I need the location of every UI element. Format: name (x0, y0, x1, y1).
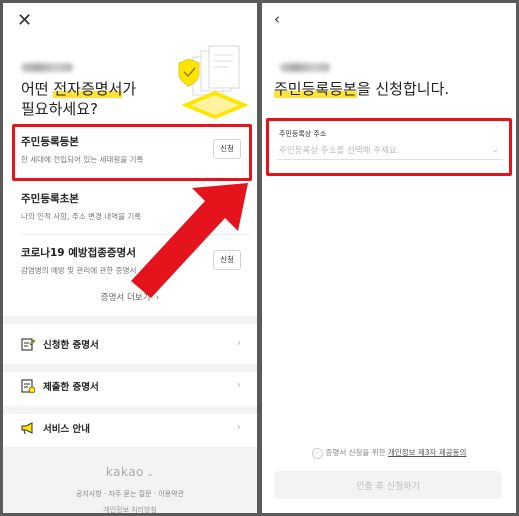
certificate-selection-screen: ✕ 어떤 전자증명서가 필요하세요? 주민등록등본 한 세대에 전입되어 있는 … (3, 3, 257, 513)
check-circle-icon[interactable]: ✓ (311, 447, 323, 459)
application-form-screen: ‹ 주민등록등본을 신청합니다. 주민등록상 주소 ⌄ ✓증명서 신청을 위한 … (262, 3, 516, 513)
certificate-description: 나의 인적 사항, 주소 변경 내역을 기록 (21, 212, 142, 221)
page-title: 어떤 전자증명서가 필요하세요? (21, 79, 136, 119)
divider (21, 180, 249, 181)
headline-rest: 가 (122, 80, 137, 98)
consent-link[interactable]: 개인정보 제3자 제공동의 (388, 448, 467, 457)
apply-button[interactable]: 신청 (213, 250, 241, 270)
menu-item-submitted-certificates[interactable]: 제출한 증명서 › (3, 366, 257, 406)
consent-row[interactable]: ✓ 증명서 신청을 위한 개인정보 제3자 제공동의 (262, 447, 516, 459)
chevron-right-icon: › (236, 336, 241, 349)
address-field-group: 주민등록상 주소 ⌄ (266, 118, 512, 176)
submitted-document-icon (21, 379, 35, 393)
blurred-user-name (280, 63, 330, 72)
kakao-logo[interactable]: kakao ⌄ (3, 465, 257, 479)
headline-line2: 필요하세요? (21, 100, 98, 118)
page-title: 주민등록등본을 신청합니다. (274, 79, 449, 99)
blurred-user-name (21, 63, 73, 72)
certificate-title: 주민등록등본 (21, 136, 79, 148)
certificate-description: 감염병의 예방 및 관리에 관한 증명서 (21, 266, 137, 275)
chevron-right-icon: › (236, 378, 241, 391)
section-gap (3, 316, 257, 324)
chevron-right-icon: › (153, 293, 160, 303)
address-select-input[interactable] (277, 143, 503, 160)
megaphone-icon (21, 422, 33, 435)
certificate-item-resident-registration[interactable]: 주민등록등본 한 세대에 전입되어 있는 세대원을 기록 신청 (17, 126, 247, 176)
kakao-brand: kakao (105, 465, 144, 479)
certificate-item-covid-vaccination[interactable]: 코로나19 예방접종증명서 감염병의 예방 및 관리에 관한 증명서 신청 (17, 237, 247, 287)
menu-label: 서비스 안내 (43, 424, 91, 435)
documents-phone-illustration (178, 45, 249, 119)
menu-item-service-guide[interactable]: 서비스 안내 › (3, 408, 257, 448)
headline-highlight: 주민등록등본 (274, 80, 357, 98)
menu-label: 제출한 증명서 (43, 382, 99, 393)
headline-plain: 어떤 (21, 80, 54, 98)
address-field-label: 주민등록상 주소 (279, 130, 327, 138)
footer-privacy-link[interactable]: 개인정보 처리방침 (3, 505, 257, 513)
chevron-down-icon[interactable]: ⌄ (491, 145, 499, 155)
chevron-down-icon: ⌄ (143, 469, 155, 478)
menu-item-requested-certificates[interactable]: 신청한 증명서 › (3, 324, 257, 364)
more-certificates-label: 증명서 더보기 (100, 293, 151, 303)
apply-button[interactable]: 신청 (213, 196, 241, 216)
certificate-title: 코로나19 예방접종증명서 (21, 247, 136, 259)
back-arrow-icon[interactable]: ‹ (274, 12, 280, 27)
certificate-title: 주민등록초본 (21, 193, 79, 205)
divider (21, 234, 249, 235)
edit-document-icon (21, 338, 35, 351)
consent-text: 증명서 신청을 위한 (325, 448, 388, 457)
chevron-right-icon: › (236, 420, 241, 433)
apply-button[interactable]: 신청 (213, 139, 241, 159)
more-certificates-link[interactable]: 증명서 더보기 › (3, 291, 257, 303)
headline-highlight: 전자증명서 (53, 80, 123, 98)
certificate-item-resident-abstract[interactable]: 주민등록초본 나의 인적 사항, 주소 변경 내역을 기록 신청 (17, 183, 247, 233)
footer-links[interactable]: 공지사항 · 자주 묻는 질문 · 이용약관 (3, 489, 257, 499)
footer: kakao ⌄ 공지사항 · 자주 묻는 질문 · 이용약관 개인정보 처리방침 (3, 447, 257, 513)
menu-label: 신청한 증명서 (43, 340, 99, 351)
headline-rest: 을 신청합니다. (356, 80, 450, 98)
close-icon[interactable]: ✕ (17, 12, 32, 30)
submit-button[interactable]: 인증 후 신청하기 (274, 471, 502, 499)
certificate-description: 한 세대에 전입되어 있는 세대원을 기록 (21, 155, 144, 164)
